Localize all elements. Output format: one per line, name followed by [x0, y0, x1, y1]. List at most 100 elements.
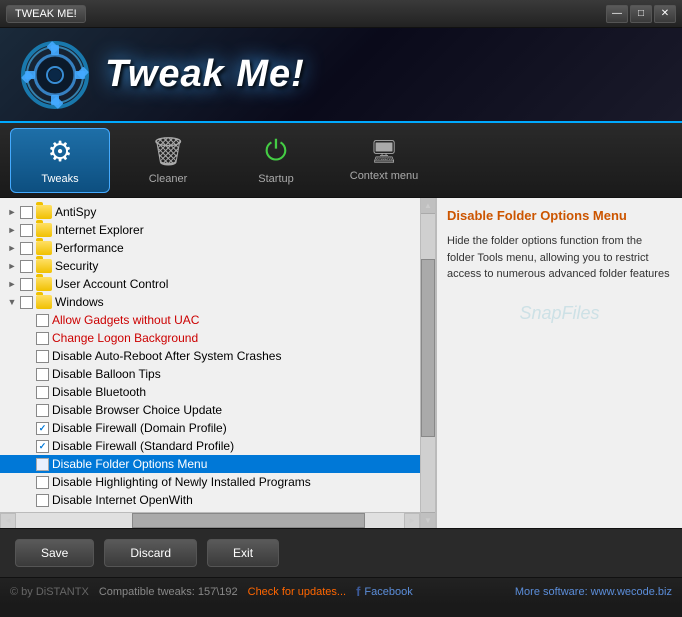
- tree-item-disable-browser-choice[interactable]: Disable Browser Choice Update: [0, 401, 420, 419]
- status-bar: © by DiSTANTX Compatible tweaks: 157\192…: [0, 577, 682, 605]
- tree-item-change-logon[interactable]: Change Logon Background: [0, 329, 420, 347]
- facebook-icon: f: [356, 584, 360, 599]
- checkbox-uac[interactable]: [20, 278, 33, 291]
- vertical-scrollbar[interactable]: ▲ ▼: [420, 198, 436, 528]
- checkbox-disable-browser-choice[interactable]: [36, 404, 49, 417]
- info-description: Hide the folder options function from th…: [447, 233, 672, 283]
- tab-startup[interactable]: ⏻ Startup: [226, 128, 326, 193]
- folder-icon-ie: [36, 223, 52, 237]
- tree-item-disable-folder-options[interactable]: Disable Folder Options Menu: [0, 455, 420, 473]
- checkbox-allow-gadgets[interactable]: [36, 314, 49, 327]
- expand-performance[interactable]: [4, 240, 20, 256]
- save-button[interactable]: Save: [15, 539, 94, 567]
- expand-disable-balloon: [20, 366, 36, 382]
- security-label: Security: [55, 259, 98, 273]
- website-link[interactable]: More software: www.wecode.biz: [515, 586, 672, 598]
- tree-item-disable-balloon[interactable]: Disable Balloon Tips: [0, 365, 420, 383]
- checkbox-disable-fw-domain[interactable]: [36, 422, 49, 435]
- disable-balloon-label: Disable Balloon Tips: [52, 367, 161, 381]
- expand-disable-folder-options: [20, 456, 36, 472]
- tree-scroll[interactable]: AntiSpy Internet Explorer Performance: [0, 198, 420, 512]
- change-logon-label: Change Logon Background: [52, 331, 198, 345]
- tree-item-ie[interactable]: Internet Explorer: [0, 221, 420, 239]
- tree-item-disable-fw-standard[interactable]: Disable Firewall (Standard Profile): [0, 437, 420, 455]
- expand-ie[interactable]: [4, 222, 20, 238]
- tree-item-allow-gadgets[interactable]: Allow Gadgets without UAC: [0, 311, 420, 329]
- title-bar: TWEAK ME! — □ ✕: [0, 0, 682, 28]
- tree-item-disable-bluetooth[interactable]: Disable Bluetooth: [0, 383, 420, 401]
- uac-label: User Account Control: [55, 277, 168, 291]
- checkbox-disable-highlighting[interactable]: [36, 476, 49, 489]
- expand-disable-internet-openwith: [20, 492, 36, 508]
- checkbox-disable-autoreboot[interactable]: [36, 350, 49, 363]
- folder-icon-security: [36, 259, 52, 273]
- action-bar: Save Discard Exit: [0, 528, 682, 577]
- disable-fw-domain-label: Disable Firewall (Domain Profile): [52, 421, 227, 435]
- tree-item-antispy[interactable]: AntiSpy: [0, 203, 420, 221]
- tweaks-icon: ⚙: [47, 135, 72, 168]
- scroll-right-button[interactable]: ►: [404, 513, 420, 529]
- tab-context-menu[interactable]: 🖥 Context menu: [334, 128, 434, 193]
- app-title: Tweak Me!: [105, 53, 305, 96]
- app-menu-button[interactable]: TWEAK ME!: [6, 5, 86, 23]
- tree-item-windows[interactable]: Windows: [0, 293, 420, 311]
- discard-button[interactable]: Discard: [104, 539, 197, 567]
- cleaner-label: Cleaner: [149, 173, 188, 185]
- expand-disable-bluetooth: [20, 384, 36, 400]
- expand-security[interactable]: [4, 258, 20, 274]
- disable-browser-choice-label: Disable Browser Choice Update: [52, 403, 222, 417]
- tweaks-count: Compatible tweaks: 157\192: [99, 586, 238, 598]
- performance-label: Performance: [55, 241, 124, 255]
- expand-antispy[interactable]: [4, 204, 20, 220]
- checkbox-security[interactable]: [20, 260, 33, 273]
- expand-disable-browser-choice: [20, 402, 36, 418]
- startup-icon: ⏻: [265, 135, 287, 168]
- facebook-label: Facebook: [364, 586, 412, 598]
- tab-tweaks[interactable]: ⚙ Tweaks: [10, 128, 110, 193]
- checkbox-antispy[interactable]: [20, 206, 33, 219]
- disable-fw-standard-label: Disable Firewall (Standard Profile): [52, 439, 234, 453]
- checkbox-ie[interactable]: [20, 224, 33, 237]
- horizontal-scrollbar[interactable]: ◄ ►: [0, 512, 420, 528]
- exit-button[interactable]: Exit: [207, 539, 279, 567]
- checkbox-windows[interactable]: [20, 296, 33, 309]
- checkbox-disable-folder-options[interactable]: [36, 458, 49, 471]
- app-logo: [20, 40, 90, 110]
- antispy-label: AntiSpy: [55, 205, 96, 219]
- tree-item-disable-fw-domain[interactable]: Disable Firewall (Domain Profile): [0, 419, 420, 437]
- tree-item-disable-highlighting[interactable]: Disable Highlighting of Newly Installed …: [0, 473, 420, 491]
- checkbox-disable-fw-standard[interactable]: [36, 440, 49, 453]
- scroll-track[interactable]: [16, 513, 404, 528]
- disable-folder-options-label: Disable Folder Options Menu: [52, 457, 207, 471]
- expand-windows[interactable]: [4, 294, 20, 310]
- tree-item-disable-internet-openwith[interactable]: Disable Internet OpenWith: [0, 491, 420, 509]
- checkbox-disable-balloon[interactable]: [36, 368, 49, 381]
- disable-highlighting-label: Disable Highlighting of Newly Installed …: [52, 475, 311, 489]
- tree-item-security[interactable]: Security: [0, 257, 420, 275]
- folder-icon-performance: [36, 241, 52, 255]
- expand-allow-gadgets: [20, 312, 36, 328]
- tree-item-uac[interactable]: User Account Control: [0, 275, 420, 293]
- minimize-button[interactable]: —: [606, 5, 628, 23]
- expand-uac[interactable]: [4, 276, 20, 292]
- facebook-link[interactable]: f Facebook: [356, 584, 413, 599]
- expand-change-logon: [20, 330, 36, 346]
- checkbox-disable-bluetooth[interactable]: [36, 386, 49, 399]
- checkbox-disable-internet-openwith[interactable]: [36, 494, 49, 507]
- maximize-button[interactable]: □: [630, 5, 652, 23]
- check-updates-link[interactable]: Check for updates...: [248, 586, 346, 598]
- scroll-thumb[interactable]: [132, 513, 365, 528]
- checkbox-change-logon[interactable]: [36, 332, 49, 345]
- info-panel: Disable Folder Options Menu Hide the fol…: [436, 198, 682, 528]
- close-button[interactable]: ✕: [654, 5, 676, 23]
- tree-item-disable-autoreboot[interactable]: Disable Auto-Reboot After System Crashes: [0, 347, 420, 365]
- checkbox-performance[interactable]: [20, 242, 33, 255]
- scroll-down-button[interactable]: ▼: [421, 512, 435, 528]
- tree-item-performance[interactable]: Performance: [0, 239, 420, 257]
- scroll-left-button[interactable]: ◄: [0, 513, 16, 529]
- scroll-thumb-v[interactable]: [421, 259, 435, 438]
- scroll-up-button[interactable]: ▲: [421, 198, 435, 214]
- folder-icon-uac: [36, 277, 52, 291]
- tab-cleaner[interactable]: 🗑 Cleaner: [118, 128, 218, 193]
- expand-disable-autoreboot: [20, 348, 36, 364]
